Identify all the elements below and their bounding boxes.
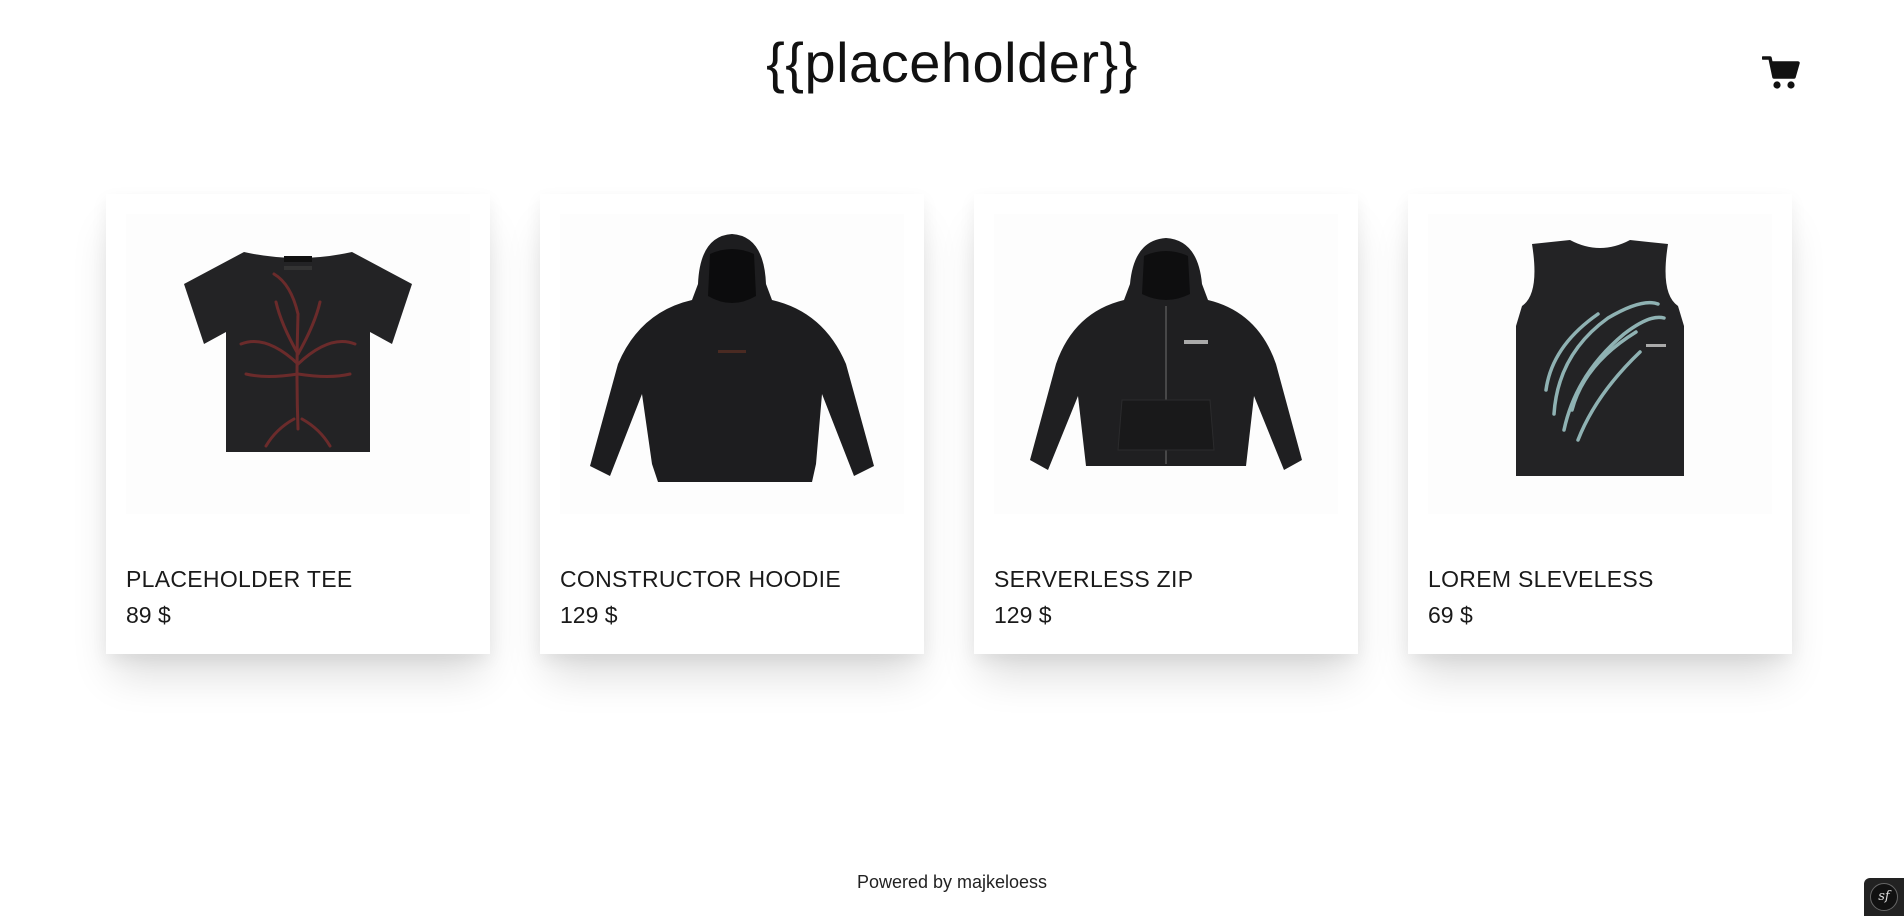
product-card[interactable]: PLACEHOLDER TEE 89 $: [106, 194, 490, 654]
product-price: 69 $: [1428, 602, 1473, 628]
product-grid: PLACEHOLDER TEE 89 $ CONSTRUCTOR HOODIE …: [106, 194, 1792, 654]
product-card[interactable]: SERVERLESS ZIP 129 $: [974, 194, 1358, 654]
product-image[interactable]: [1428, 214, 1772, 514]
site-header: {{placeholder}}: [0, 0, 1904, 140]
product-image[interactable]: [560, 214, 904, 514]
product-name[interactable]: SERVERLESS ZIP: [994, 566, 1193, 593]
black-tshirt-image: [184, 252, 412, 452]
product-card[interactable]: LOREM SLEVELESS 69 $: [1408, 194, 1792, 654]
product-price: 129 $: [560, 602, 618, 628]
black-sleeveless-tank-image: [1516, 240, 1684, 476]
black-zip-hoodie-image: [1030, 238, 1302, 470]
footer-credit: Powered by majkeloess: [856, 872, 1048, 892]
product-price: 89 $: [126, 602, 171, 628]
black-hoodie-image: [590, 234, 874, 482]
product-image[interactable]: [126, 214, 470, 514]
site-logo[interactable]: {{placeholder}}: [0, 30, 1904, 95]
product-image[interactable]: [994, 214, 1338, 514]
product-price: 129 $: [994, 602, 1052, 628]
product-name[interactable]: PLACEHOLDER TEE: [126, 566, 352, 593]
product-name[interactable]: LOREM SLEVELESS: [1428, 566, 1654, 593]
cart-button[interactable]: [1761, 55, 1800, 91]
product-name[interactable]: CONSTRUCTOR HOODIE: [560, 566, 841, 593]
debug-toolbar-toggle[interactable]: sf: [1864, 878, 1904, 916]
symfony-logo-icon: sf: [1870, 883, 1898, 911]
product-card[interactable]: CONSTRUCTOR HOODIE 129 $: [540, 194, 924, 654]
shopping-cart-icon: [1761, 56, 1800, 89]
